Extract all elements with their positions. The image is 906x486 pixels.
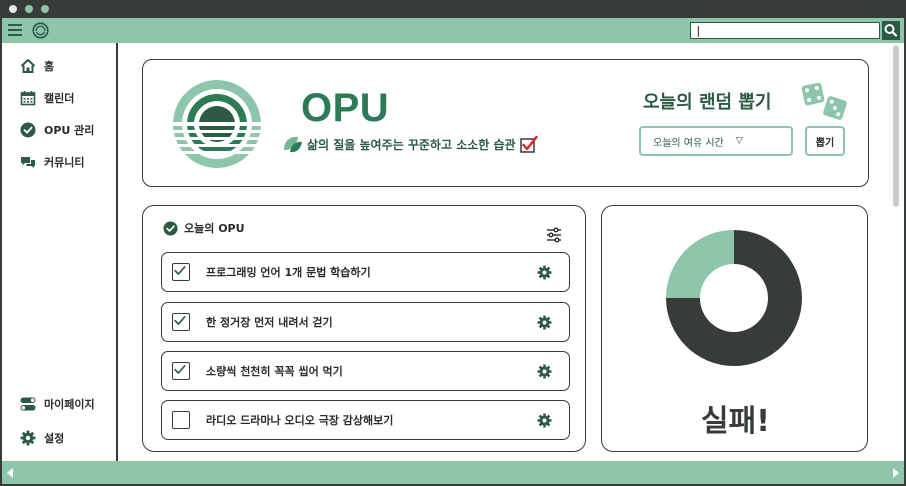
opu-logo-icon (171, 80, 263, 168)
sidebar-item-home[interactable]: 홈 (20, 56, 54, 76)
task-item: 프로그래밍 언어 1개 문법 학습하기 (161, 252, 570, 292)
completion-donut-chart (666, 230, 802, 366)
free-time-select-value: 오늘의 여유 시간 (653, 137, 724, 149)
red-checkbox-icon (519, 135, 538, 153)
tagline: 삶의 질을 높여주는 꾸준하고 소소한 습관 (281, 132, 538, 156)
toggle-icon (20, 396, 36, 412)
home-icon (20, 58, 36, 74)
hero-banner: OPU 삶의 질을 높여주는 꾸준하고 소소한 습관 오늘의 랜덤 뽑기 오늘의… (142, 59, 869, 187)
sidebar: 홈 캘린더 OPU 관리 커뮤니티 마이페이지 설정 (2, 43, 118, 461)
vertical-scrollbar[interactable] (890, 43, 904, 461)
search-button[interactable] (882, 21, 900, 40)
vertical-scrollbar-thumb[interactable] (893, 45, 899, 207)
result-card: 실패! (601, 205, 868, 452)
opu-logo-small-icon[interactable] (32, 22, 49, 39)
result-label: 실패! (701, 404, 770, 439)
random-draw-title: 오늘의 랜덤 뽑기 (643, 92, 772, 113)
task-label: 소량씩 천천히 꼭꼭 씹어 먹기 (206, 365, 343, 378)
sidebar-item-label: 설정 (44, 432, 65, 445)
caret-down-icon: ▽ (735, 136, 743, 146)
sidebar-item-mypage[interactable]: 마이페이지 (20, 394, 95, 414)
gear-icon[interactable] (537, 413, 552, 428)
gear-icon[interactable] (537, 315, 552, 330)
today-opu-title: 오늘의 OPU (184, 222, 245, 235)
task-label: 프로그래밍 언어 1개 문법 학습하기 (206, 266, 371, 279)
chat-icon (20, 154, 36, 170)
task-label: 라디오 드라마나 오디오 극장 감상해보기 (206, 414, 394, 427)
sidebar-item-label: 커뮤니티 (44, 156, 85, 169)
sidebar-item-opu-manage[interactable]: OPU 관리 (20, 120, 94, 140)
sidebar-item-label: 캘린더 (44, 92, 75, 105)
donut-remaining-segment (666, 230, 734, 298)
task-item: 소량씩 천천히 꼭꼭 씹어 먹기 (161, 351, 570, 391)
check-circle-icon (163, 220, 178, 236)
task-checkbox[interactable] (172, 411, 190, 429)
sidebar-item-label: 마이페이지 (44, 398, 95, 411)
free-time-select[interactable]: 오늘의 여유 시간 ▽ (639, 126, 793, 156)
sidebar-item-calendar[interactable]: 캘린더 (20, 88, 74, 108)
gear-icon[interactable] (537, 364, 552, 379)
dice-icon (801, 82, 847, 120)
scroll-left-arrow-icon[interactable] (7, 468, 13, 478)
leaf-icon (284, 136, 302, 153)
calendar-icon (20, 90, 36, 106)
today-opu-header: 오늘의 OPU (163, 220, 245, 236)
filter-sliders-icon[interactable] (545, 226, 563, 244)
task-checkbox[interactable] (172, 362, 190, 380)
task-checkbox[interactable] (172, 263, 190, 281)
window-maximize-dot[interactable] (41, 5, 49, 13)
sidebar-item-settings[interactable]: 설정 (20, 428, 64, 448)
sidebar-item-label: OPU 관리 (44, 124, 95, 137)
today-opu-card: 오늘의 OPU 프로그래밍 언어 1개 문법 학습하기 한 정거장 먼저 내려서… (142, 205, 586, 452)
search-input[interactable]: | (690, 22, 880, 39)
task-checkbox[interactable] (172, 313, 190, 331)
task-item: 한 정거장 먼저 내려서 걷기 (161, 302, 570, 342)
gear-icon[interactable] (537, 265, 552, 280)
horizontal-scrollbar[interactable] (0, 461, 906, 486)
search-icon (884, 24, 898, 37)
checkmark-icon (174, 365, 186, 374)
draw-button[interactable]: 뽑기 (805, 126, 845, 156)
task-label: 한 정거장 먼저 내려서 걷기 (206, 316, 333, 329)
check-circle-icon (20, 122, 36, 138)
tagline-text: 삶의 질을 높여주는 꾸준하고 소소한 습관 (307, 137, 516, 152)
checkmark-icon (174, 266, 186, 275)
window-minimize-dot[interactable] (25, 5, 33, 13)
scroll-right-arrow-icon[interactable] (893, 468, 899, 478)
sidebar-item-community[interactable]: 커뮤니티 (20, 152, 84, 172)
window-title-bar (0, 0, 906, 18)
top-toolbar: | (0, 18, 906, 43)
hamburger-menu-icon[interactable] (8, 22, 24, 38)
gear-icon (20, 430, 36, 446)
task-item: 라디오 드라마나 오디오 극장 감상해보기 (161, 400, 570, 440)
checkmark-icon (174, 316, 186, 325)
brand-title: OPU (301, 86, 390, 130)
window-close-dot[interactable] (9, 5, 17, 13)
sidebar-item-label: 홈 (44, 60, 55, 73)
